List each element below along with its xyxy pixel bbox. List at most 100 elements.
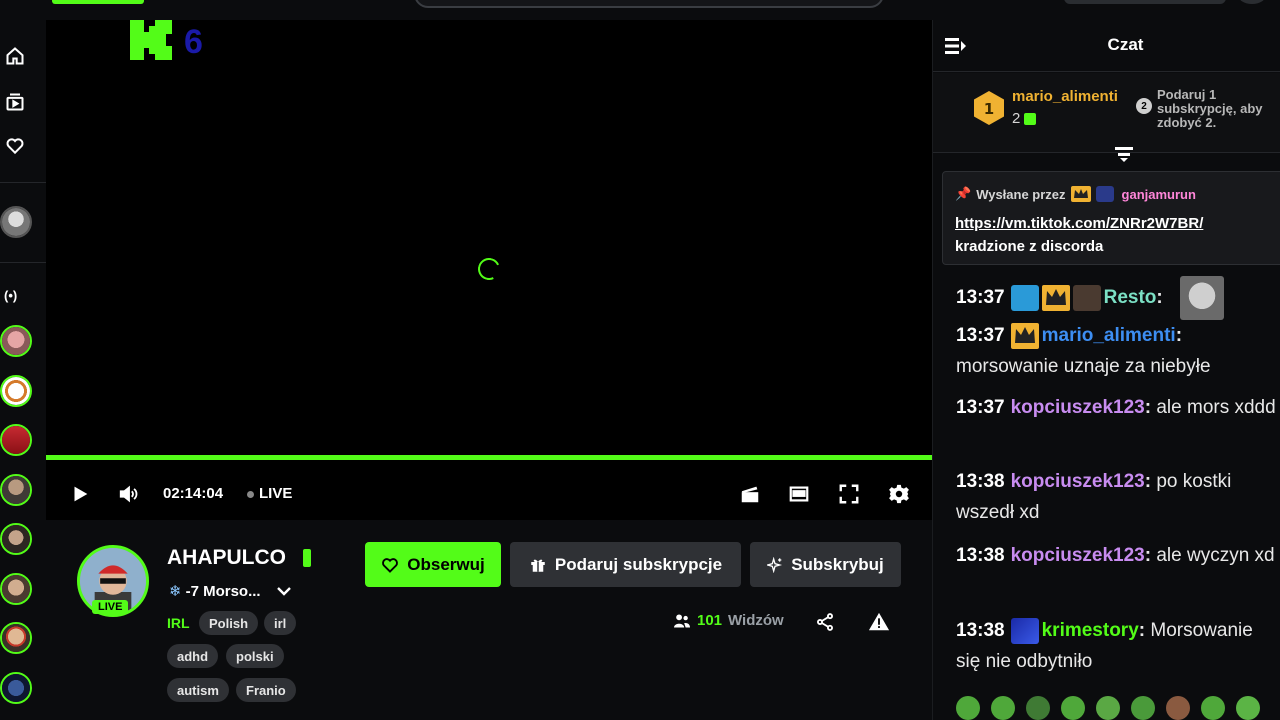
pinned-link[interactable]: https://vm.tiktok.com/ZNRr2W7BR/: [955, 215, 1203, 232]
top-bar: [0, 0, 1280, 20]
chat-message[interactable]: 13:37 Resto:: [956, 276, 1276, 320]
kick-watermark-icon: [130, 20, 172, 60]
channel-name[interactable]: AHAPULCO: [167, 546, 286, 570]
fullscreen-icon[interactable]: [837, 482, 861, 506]
report-icon[interactable]: [868, 611, 890, 633]
tag[interactable]: Franio: [236, 678, 296, 702]
theater-mode-icon[interactable]: [787, 482, 811, 506]
chevron-down-icon[interactable]: [275, 584, 293, 598]
message-username[interactable]: krimestory: [1042, 620, 1139, 641]
user-avatar-badge: [1072, 285, 1101, 311]
user-avatar-badge: [1010, 617, 1039, 644]
stream-title[interactable]: ❄ -7 Morso...: [169, 582, 293, 600]
chat-message[interactable]: 13:38 krimestory: Morsowanie się nie odby…: [956, 615, 1276, 677]
gift-icon: [531, 559, 545, 572]
chat-message[interactable]: 13:38 kopciuszek123: po kostki wszedł xd: [956, 466, 1276, 528]
tag[interactable]: polski: [226, 644, 284, 668]
collapse-pinned-icon[interactable]: [1113, 144, 1135, 164]
emote[interactable]: [1026, 696, 1050, 720]
live-channels-icon: (•): [4, 288, 18, 303]
overlay-number: 6: [184, 23, 203, 61]
kick-logo[interactable]: [52, 0, 144, 4]
message-text: ale wyczyn xd: [1156, 545, 1275, 566]
tag[interactable]: autism: [167, 678, 229, 702]
player-controls: 02:14:04 LIVE: [46, 460, 932, 520]
message-time: 13:37: [956, 397, 1005, 418]
stream-title-text: -7 Morso...: [185, 582, 261, 600]
message-time: 13:38: [956, 545, 1005, 566]
search-input[interactable]: [414, 0, 884, 8]
chat-message[interactable]: 13:37 mario_alimenti: morsowanie uznaje z…: [956, 320, 1276, 382]
channel-avatar[interactable]: [0, 375, 32, 407]
top-button[interactable]: [1064, 0, 1226, 4]
subscribe-label: Subskrybuj: [791, 554, 884, 574]
message-time: 13:38: [956, 471, 1005, 492]
channel-avatar[interactable]: [0, 424, 32, 456]
channel-avatar[interactable]: [0, 622, 32, 654]
emote[interactable]: [1236, 696, 1260, 720]
heart-icon: [382, 557, 399, 573]
video-player[interactable]: 6 02:14:04 LIVE: [46, 20, 932, 520]
emote[interactable]: [1096, 696, 1120, 720]
verified-icon: [303, 549, 311, 567]
emote[interactable]: [1201, 696, 1225, 720]
following-icon[interactable]: [4, 135, 26, 157]
gift-sub-button[interactable]: Podaruj subskrypcje: [510, 542, 741, 587]
rail-divider: [0, 182, 46, 183]
browse-icon[interactable]: [4, 91, 26, 113]
crown-icon: [1041, 285, 1070, 311]
subscribe-button[interactable]: Subskrybuj: [750, 542, 901, 587]
emote[interactable]: [991, 696, 1015, 720]
chat-panel: Czat 1 mario_alimenti 2 2 Podaruj 1 subs…: [932, 20, 1280, 720]
channel-avatar[interactable]: [0, 325, 32, 357]
emote[interactable]: [1131, 696, 1155, 720]
tag[interactable]: Polish: [199, 611, 259, 635]
category-link[interactable]: IRL: [167, 615, 190, 631]
gift-leaderboard: 1 mario_alimenti 2 2 Podaruj 1 subskrypc…: [933, 73, 1280, 153]
message-time: 13:38: [956, 620, 1005, 641]
tag[interactable]: irl: [264, 611, 297, 635]
pinned-username[interactable]: ganjamurun: [1122, 187, 1196, 202]
settings-icon[interactable]: [887, 482, 911, 506]
message-username[interactable]: mario_alimenti: [1042, 325, 1176, 346]
share-icon[interactable]: [815, 612, 835, 632]
leader-name[interactable]: mario_alimenti: [1012, 88, 1118, 105]
gift-icon: [1024, 112, 1037, 125]
channel-avatar[interactable]: [0, 474, 32, 506]
channel-avatar[interactable]: [0, 523, 32, 555]
chat-message[interactable]: 13:37 kopciuszek123: ale mors xddd: [956, 392, 1276, 423]
viewer-count-number: 101: [697, 612, 723, 629]
emote[interactable]: [956, 696, 980, 720]
emote-row: [956, 696, 1260, 720]
channel-avatar[interactable]: [0, 672, 32, 704]
user-badge: [1095, 186, 1114, 202]
emote[interactable]: [1166, 696, 1190, 720]
chat-message[interactable]: 13:38 kopciuszek123: ale wyczyn xd: [956, 540, 1276, 571]
channel-avatar[interactable]: [0, 206, 32, 238]
message-time: 13:37: [956, 287, 1005, 309]
chat-title: Czat: [1107, 35, 1144, 54]
user-avatar[interactable]: [1238, 0, 1266, 4]
gift-sub-label: Podaruj subskrypcje: [554, 554, 723, 574]
loading-spinner-icon: [474, 254, 504, 284]
message-username[interactable]: kopciuszek123: [1011, 471, 1145, 492]
message-username[interactable]: kopciuszek123: [1011, 545, 1145, 566]
message-username[interactable]: Resto: [1104, 287, 1157, 308]
pinned-header: 📌 Wysłane przez ganjamurun: [955, 186, 1196, 202]
message-time: 13:37: [956, 325, 1005, 346]
tag[interactable]: adhd: [167, 644, 219, 668]
home-icon[interactable]: [4, 45, 26, 67]
follow-button[interactable]: Obserwuj: [365, 542, 501, 587]
left-sidebar: (•): [0, 0, 46, 720]
emote[interactable]: [1061, 696, 1085, 720]
rank-1-badge-icon: 1: [974, 91, 1004, 125]
play-icon[interactable]: [68, 482, 92, 506]
message-text: morsowanie uznaje za niebyłe: [956, 356, 1211, 377]
message-username[interactable]: kopciuszek123: [1011, 397, 1145, 418]
viewer-count-label: Widzów: [728, 612, 784, 629]
volume-icon[interactable]: [117, 482, 141, 506]
crown-icon: [1070, 186, 1091, 202]
channel-avatar[interactable]: [0, 573, 32, 605]
live-label[interactable]: LIVE: [259, 485, 292, 502]
clip-icon[interactable]: [738, 482, 762, 506]
